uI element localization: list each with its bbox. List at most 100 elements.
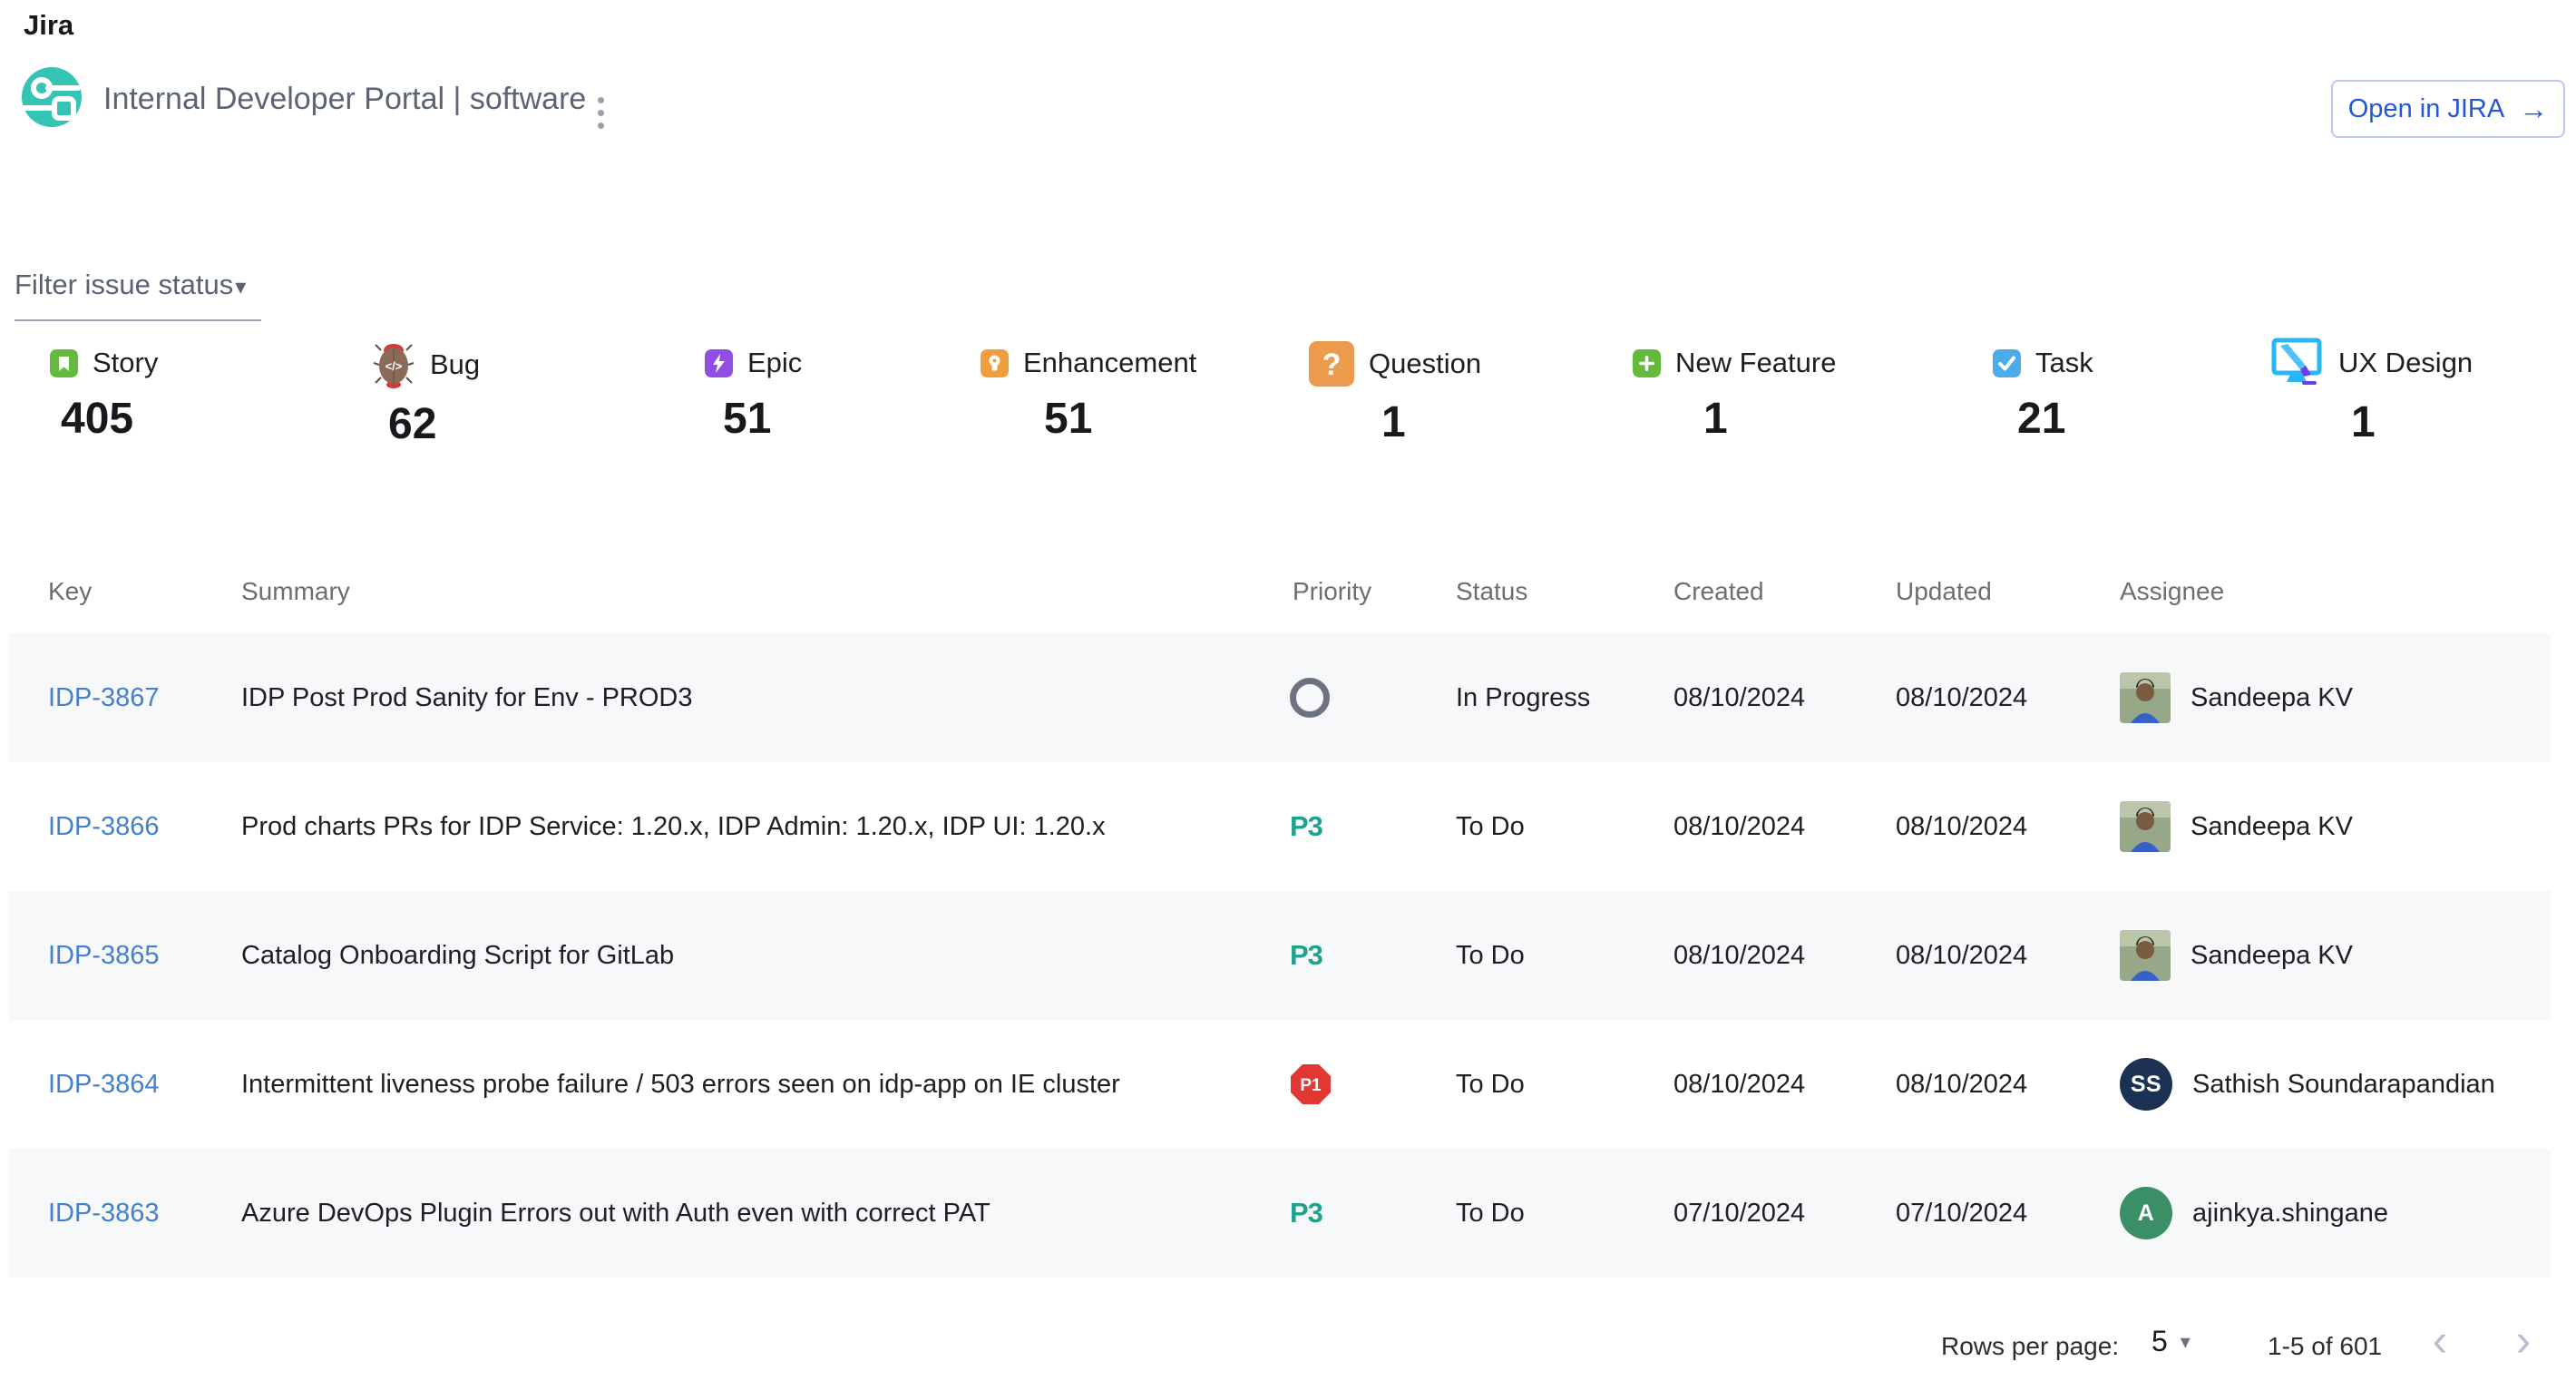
counter-label: Epic: [747, 347, 802, 379]
counter-label: Story: [93, 347, 158, 379]
table-row: IDP-3864 Intermittent liveness probe fai…: [9, 1020, 2551, 1149]
priority-p3-icon: P3: [1290, 810, 1322, 843]
assignee-name: Sandeepa KV: [2191, 941, 2353, 971]
question-icon: ?: [1309, 341, 1354, 387]
counter-task: Task 21: [1993, 347, 2093, 444]
counter-count: 21: [2017, 394, 2093, 444]
counter-label: New Feature: [1675, 347, 1836, 379]
counter-count: 62: [388, 399, 480, 449]
open-in-jira-label: Open in JIRA: [2348, 94, 2504, 124]
priority-none-icon: [1290, 678, 1330, 718]
issue-updated: 08/10/2024: [1896, 891, 2027, 1020]
counter-new-feature: New Feature 1: [1633, 347, 1836, 444]
epic-icon: [705, 349, 733, 377]
issue-key-link[interactable]: IDP-3865: [48, 941, 160, 971]
counter-count: 1: [1381, 397, 1481, 447]
column-header-created: Created: [1673, 577, 1764, 606]
rows-per-page-value: 5: [2152, 1325, 2168, 1358]
bug-icon: </>: [372, 341, 415, 388]
pagination-range: 1-5 of 601: [2268, 1332, 2382, 1361]
issue-summary: Prod charts PRs for IDP Service: 1.20.x,…: [241, 762, 1106, 891]
issue-created: 08/10/2024: [1673, 633, 1805, 762]
previous-page-button[interactable]: ‹: [2413, 1314, 2467, 1366]
priority-p1-icon: P1: [1290, 1063, 1332, 1105]
issue-status: To Do: [1456, 1149, 1525, 1278]
counter-story: Story 405: [50, 347, 158, 444]
counter-label: Enhancement: [1023, 347, 1196, 379]
issue-key-link[interactable]: IDP-3864: [48, 1070, 160, 1100]
table-row: IDP-3866 Prod charts PRs for IDP Service…: [9, 762, 2551, 891]
chevron-down-icon: ▾: [2181, 1330, 2191, 1354]
avatar: [2120, 672, 2171, 723]
priority-p3-icon: P3: [1290, 939, 1322, 972]
issue-updated: 08/10/2024: [1896, 762, 2027, 891]
issue-created: 08/10/2024: [1673, 1020, 1805, 1149]
page-title: Jira: [24, 9, 73, 42]
kebab-menu-icon[interactable]: [582, 91, 619, 134]
open-in-jira-button[interactable]: Open in JIRA →: [2331, 80, 2565, 138]
issue-status: To Do: [1456, 1020, 1525, 1149]
issue-summary: Azure DevOps Plugin Errors out with Auth…: [241, 1149, 990, 1278]
assignee-name: Sandeepa KV: [2191, 812, 2353, 842]
assignee-name: Sathish Soundarapandian: [2192, 1070, 2495, 1100]
entity-title[interactable]: Internal Developer Portal | software: [103, 82, 586, 117]
issue-status: To Do: [1456, 762, 1525, 891]
avatar: SS: [2120, 1058, 2172, 1111]
counter-label: Question: [1369, 348, 1481, 380]
filter-label: Filter issue status: [15, 269, 233, 301]
chevron-down-icon: ▾: [235, 275, 246, 299]
counter-label: UX Design: [2338, 347, 2473, 379]
issue-updated: 07/10/2024: [1896, 1149, 2027, 1278]
issue-created: 08/10/2024: [1673, 891, 1805, 1020]
table-row: IDP-3863 Azure DevOps Plugin Errors out …: [9, 1149, 2551, 1278]
counter-count: 51: [1044, 394, 1196, 444]
entity-logo-icon: [22, 67, 82, 127]
counter-label: Task: [2035, 347, 2093, 379]
counter-count: 405: [61, 394, 158, 444]
counter-question: ? Question 1: [1309, 341, 1481, 447]
counter-count: 51: [723, 394, 802, 444]
issue-key-link[interactable]: IDP-3866: [48, 812, 160, 842]
issue-created: 07/10/2024: [1673, 1149, 1805, 1278]
issue-summary: Intermittent liveness probe failure / 50…: [241, 1020, 1120, 1149]
next-page-button[interactable]: ›: [2496, 1314, 2551, 1366]
issue-created: 08/10/2024: [1673, 762, 1805, 891]
task-icon: [1993, 349, 2021, 377]
issue-key-link[interactable]: IDP-3863: [48, 1199, 160, 1229]
issue-status: In Progress: [1456, 633, 1590, 762]
svg-text:P1: P1: [1300, 1076, 1322, 1095]
column-header-status: Status: [1456, 577, 1527, 606]
assignee-name: Sandeepa KV: [2191, 683, 2353, 713]
arrow-right-icon: →: [2519, 94, 2548, 123]
table-row: IDP-3867 IDP Post Prod Sanity for Env - …: [9, 633, 2551, 762]
column-header-key: Key: [48, 577, 92, 606]
enhancement-icon: [981, 349, 1009, 377]
counter-bug: </> Bug 62: [372, 341, 480, 449]
issue-status: To Do: [1456, 891, 1525, 1020]
column-header-assignee: Assignee: [2120, 577, 2224, 606]
rows-per-page-label: Rows per page:: [1941, 1332, 2119, 1361]
column-header-updated: Updated: [1896, 577, 1992, 606]
filter-underline: [15, 319, 261, 321]
counter-count: 1: [1703, 394, 1836, 444]
issue-summary: Catalog Onboarding Script for GitLab: [241, 891, 674, 1020]
avatar: A: [2120, 1187, 2172, 1239]
counter-label: Bug: [430, 348, 480, 381]
ux-design-icon: [2269, 338, 2324, 388]
svg-text:?: ?: [1322, 348, 1342, 382]
new-feature-icon: [1633, 349, 1661, 377]
counter-count: 1: [2351, 397, 2473, 447]
issue-summary: IDP Post Prod Sanity for Env - PROD3: [241, 633, 693, 762]
counter-enhancement: Enhancement 51: [981, 347, 1196, 444]
column-header-priority: Priority: [1293, 577, 1371, 606]
svg-text:</>: </>: [385, 359, 403, 373]
counter-epic: Epic 51: [705, 347, 802, 444]
filter-issue-status-dropdown[interactable]: Filter issue status▾: [15, 269, 261, 301]
rows-per-page-select[interactable]: 5 ▾: [2152, 1325, 2191, 1358]
issue-key-link[interactable]: IDP-3867: [48, 683, 160, 713]
column-header-summary: Summary: [241, 577, 350, 606]
issue-updated: 08/10/2024: [1896, 633, 2027, 762]
avatar: [2120, 801, 2171, 852]
jira-plugin-page: Jira Internal Developer Portal | softwar…: [0, 0, 2576, 1381]
story-icon: [50, 349, 78, 377]
